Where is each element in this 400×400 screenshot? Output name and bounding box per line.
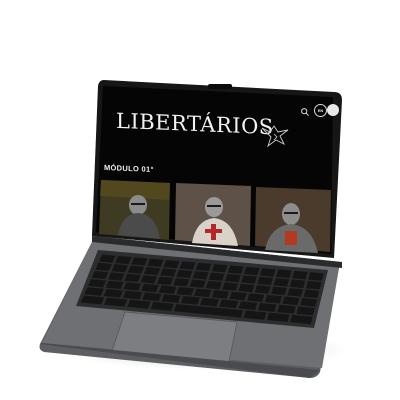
search-button[interactable] <box>300 104 310 116</box>
search-icon <box>301 108 309 116</box>
laptop-mockup: LIBERTÁRIOS EN MÓDULO 01° <box>0 0 400 400</box>
language-button[interactable]: EN <box>314 104 327 117</box>
laptop-screen <box>92 80 342 258</box>
avatar[interactable] <box>327 104 339 116</box>
camera-notch <box>208 84 232 89</box>
